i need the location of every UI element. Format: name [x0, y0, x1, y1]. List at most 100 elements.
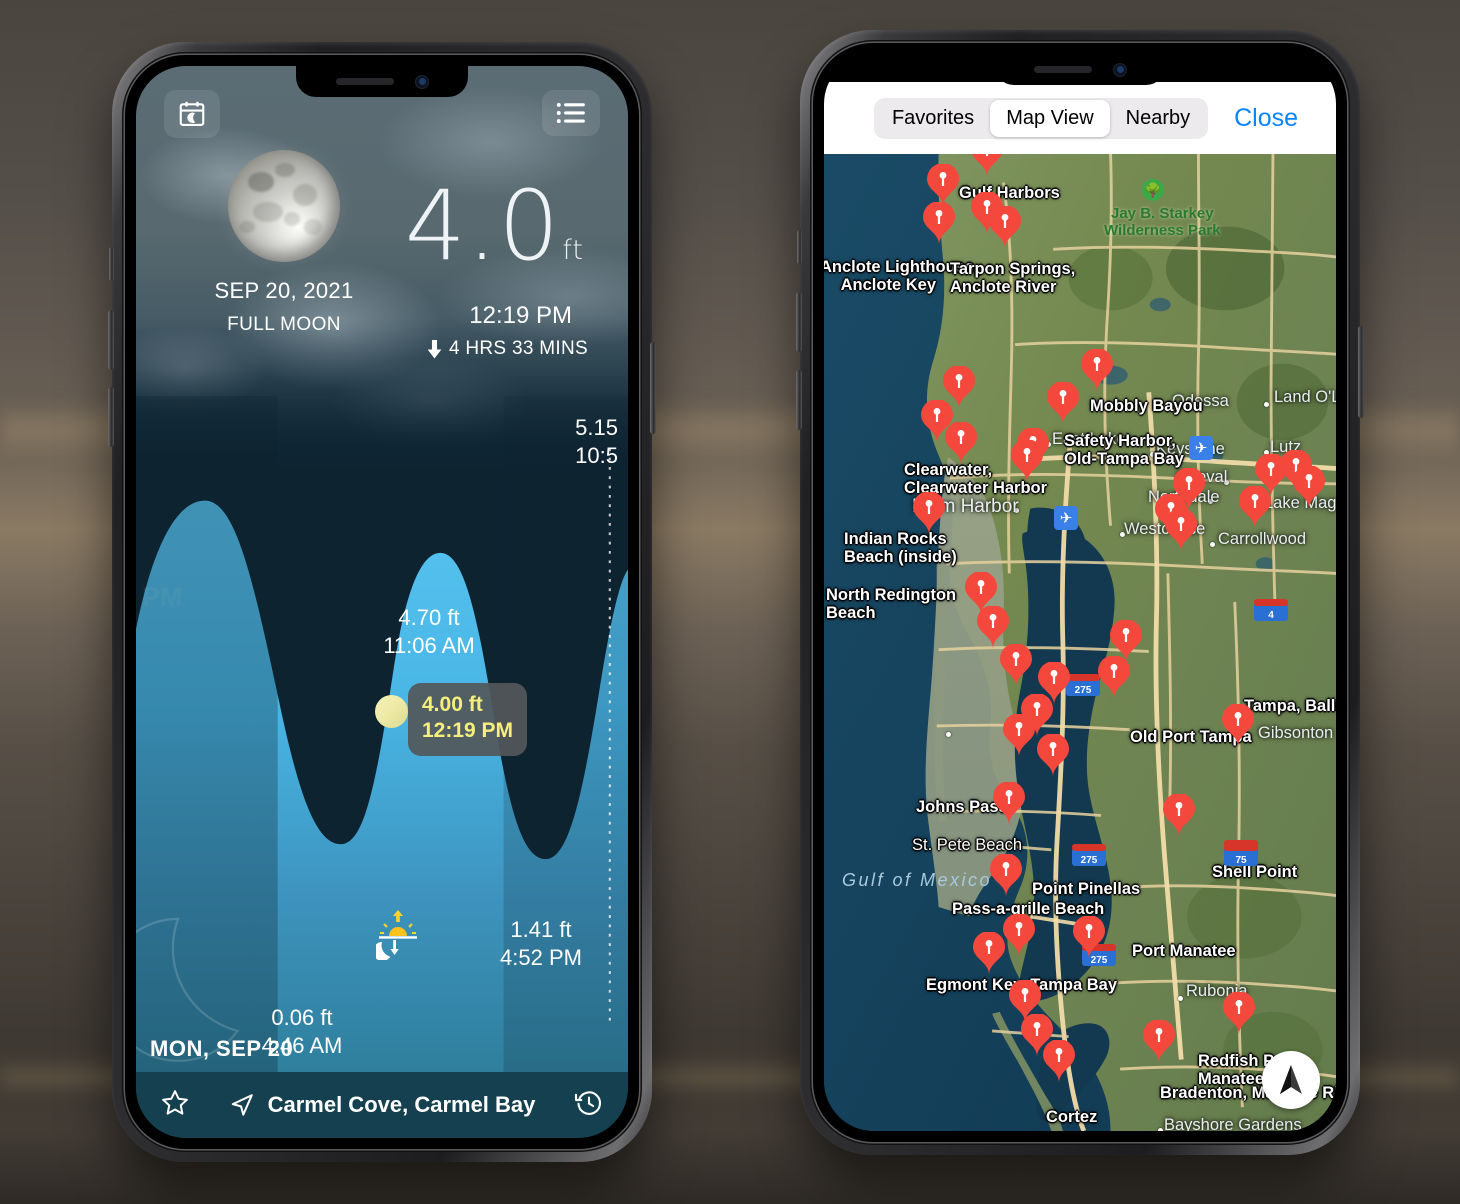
earpiece-speaker — [336, 78, 394, 85]
low-tide-2-height: 1.41 ft — [510, 917, 572, 942]
phone-right-mute-switch[interactable] — [797, 230, 802, 264]
station-pin[interactable] — [992, 782, 1026, 826]
station-pin[interactable] — [1020, 694, 1054, 738]
tab-nearby[interactable]: Nearby — [1110, 100, 1206, 137]
tooltip-height: 4.00 ft — [422, 693, 483, 716]
airport-icon-pie: ✈ — [1054, 506, 1078, 530]
city-dot — [1178, 996, 1183, 1001]
current-location-button[interactable]: Carmel Cove, Carmel Bay — [229, 1092, 536, 1118]
current-tide-tooltip: 4.00 ft 12:19 PM — [408, 683, 528, 756]
map-header-bar: Favorites Map View Nearby Close — [824, 82, 1336, 154]
phone-right-volume-down[interactable] — [796, 370, 802, 430]
phone-left-power[interactable] — [650, 342, 656, 434]
city-label-carrollwood: Carrollwood — [1218, 530, 1307, 548]
tide-countdown: 4 HRS 33 MINS — [427, 338, 588, 360]
city-dot — [1210, 542, 1215, 547]
current-tide-time: 12:19 PM — [469, 302, 572, 329]
station-pin[interactable] — [922, 202, 956, 246]
airport-icon-tpa: ✈ — [1189, 436, 1213, 460]
svg-text:75: 75 — [1235, 855, 1247, 866]
compass-button[interactable] — [1262, 1051, 1320, 1109]
station-pin[interactable] — [970, 154, 1004, 178]
axis-label-pm-faint: PM — [142, 582, 183, 612]
city-label-land-o-lakes: Land O'Lakes — [1274, 388, 1336, 406]
past-shade-left — [136, 396, 278, 1072]
screen-left: SEP 20, 2021 FULL MOON 4.0ft 12:19 PM 4 … — [136, 66, 628, 1138]
phone-right-power[interactable] — [1358, 326, 1364, 418]
next-tide-time: 10:5 — [575, 442, 618, 468]
phone-left-volume-up[interactable] — [108, 310, 114, 370]
tide-curve-chart[interactable]: PM 4.70 ft 11:06 AM 0.06 ft 4:46 AM 1.41… — [136, 396, 628, 1072]
station-pin[interactable] — [1221, 704, 1255, 748]
station-pin[interactable] — [1042, 1040, 1076, 1084]
phone-left-mute-switch[interactable] — [109, 247, 114, 281]
park-marker-icon: 🌳 — [1142, 179, 1164, 201]
phone-left-volume-down[interactable] — [108, 387, 114, 447]
city-dot — [1264, 402, 1269, 407]
station-pin[interactable] — [999, 644, 1033, 688]
low-tide-2-time: 4:52 PM — [500, 944, 582, 970]
star-outline-icon — [162, 1089, 188, 1115]
station-pin[interactable] — [912, 492, 946, 536]
tab-favorites[interactable]: Favorites — [876, 100, 990, 137]
front-camera — [1114, 63, 1126, 76]
high-tide-label: 4.70 ft 11:06 AM — [344, 604, 514, 659]
station-pin[interactable] — [1072, 916, 1106, 960]
map-view-app: Favorites Map View Nearby Close Gulf of … — [824, 54, 1336, 1131]
station-label-st-pete-beach[interactable]: St. Pete Beach — [912, 836, 1022, 854]
station-pin[interactable] — [1142, 1020, 1176, 1064]
station-label-point-pinellas[interactable]: Point Pinellas — [1032, 880, 1140, 898]
station-pin[interactable] — [1097, 656, 1131, 700]
view-segmented-control[interactable]: Favorites Map View Nearby — [873, 97, 1209, 139]
tooltip-time: 12:19 PM — [422, 719, 514, 743]
station-label-cortez[interactable]: Cortez — [1046, 1108, 1097, 1126]
high-tide-time: 11:06 AM — [383, 632, 475, 658]
station-pin[interactable] — [972, 932, 1006, 976]
station-pin[interactable] — [1036, 734, 1070, 778]
station-pin[interactable] — [1164, 509, 1198, 553]
station-pin[interactable] — [1010, 440, 1044, 484]
station-label-anclote-lighthouse[interactable]: Anclote Lighthouse, Anclote Key — [824, 258, 979, 295]
high-tide-height: 4.70 ft — [398, 605, 460, 630]
calendar-moon-icon-button[interactable] — [164, 90, 220, 138]
station-label-tarpon-springs[interactable]: Tarpon Springs, Anclote River — [950, 260, 1075, 297]
city-dot — [946, 732, 951, 737]
svg-text:4: 4 — [1268, 610, 1274, 621]
tab-map-view[interactable]: Map View — [990, 99, 1110, 137]
station-pin[interactable] — [1238, 486, 1272, 530]
station-pin[interactable] — [1002, 914, 1036, 958]
navigation-arrow-icon — [231, 1094, 253, 1116]
station-label-north-redington[interactable]: North Redington Beach — [826, 586, 956, 623]
station-label-safety-harbor[interactable]: Safety Harbor, Old-Tampa Bay — [1064, 432, 1184, 469]
favorite-star-button[interactable] — [160, 1088, 190, 1123]
low-tide-2-label: 1.41 ft 4:52 PM — [466, 916, 616, 971]
close-button[interactable]: Close — [1234, 104, 1298, 133]
map-canvas[interactable]: Gulf of Mexico 🌳 Jay B. Starkey Wilderne… — [824, 154, 1336, 1131]
station-pin[interactable] — [988, 206, 1022, 250]
station-pin[interactable] — [1292, 466, 1326, 510]
city-label-gibsonton: Gibsonton — [1258, 724, 1334, 742]
current-tide-unit: ft — [562, 235, 584, 266]
station-pin[interactable] — [1080, 349, 1114, 393]
station-pin[interactable] — [1046, 382, 1080, 426]
highway-shield-4: 4 — [1254, 599, 1288, 625]
station-pin[interactable] — [944, 422, 978, 466]
station-label-tampa-ballast-point[interactable]: Tampa, Ballast Point — [1244, 697, 1336, 715]
station-label-port-manatee[interactable]: Port Manatee — [1132, 942, 1236, 960]
station-pin[interactable] — [1222, 992, 1256, 1036]
bottom-toolbar: Carmel Cove, Carmel Bay — [136, 1072, 628, 1138]
location-name-label: Carmel Cove, Carmel Bay — [267, 1092, 536, 1117]
next-tide-height: 5.15 — [575, 415, 618, 440]
current-tide-marker-dot[interactable] — [375, 695, 408, 728]
phone-notch-left — [296, 66, 468, 97]
city-dot — [1158, 1128, 1163, 1131]
station-pin[interactable] — [989, 854, 1023, 898]
station-list-icon-button[interactable] — [542, 90, 600, 136]
history-button[interactable] — [574, 1088, 604, 1123]
station-label-mobbly-bayou[interactable]: Mobbly Bayou — [1090, 397, 1203, 415]
current-tide-height: 4.0ft — [405, 178, 584, 274]
station-pin[interactable] — [1162, 794, 1196, 838]
low-tide-1-height: 0.06 ft — [271, 1005, 333, 1030]
phone-right-volume-up[interactable] — [796, 292, 802, 352]
gulf-of-mexico-label: Gulf of Mexico — [842, 870, 993, 890]
